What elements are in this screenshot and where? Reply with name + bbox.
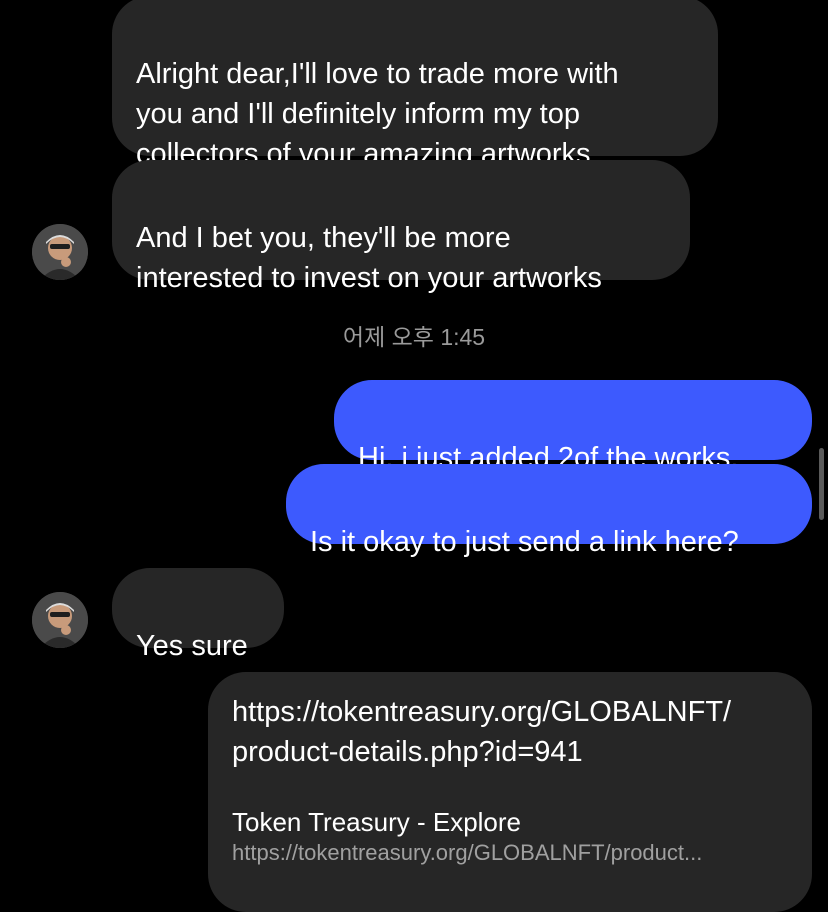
outgoing-message-bubble[interactable]: Is it okay to just send a link here?	[286, 464, 812, 558]
incoming-message-bubble[interactable]: And I bet you, they'll be more intereste…	[112, 160, 690, 294]
link-preview-message[interactable]: https://tokentreasury.org/GLOBALNFT/ pro…	[208, 672, 812, 912]
link-url[interactable]: https://tokentreasury.org/GLOBALNFT/ pro…	[232, 692, 788, 772]
message-text: Is it okay to just send a link here?	[310, 526, 739, 558]
message-timestamp: 어제 오후 1:45	[342, 324, 486, 350]
message-text: And I bet you, they'll be more intereste…	[136, 222, 602, 294]
link-preview-domain: https://tokentreasury.org/GLOBALNFT/prod…	[232, 840, 703, 865]
message-text: Yes sure	[136, 630, 248, 662]
incoming-message-bubble[interactable]: Yes sure	[112, 568, 284, 662]
scroll-indicator[interactable]	[819, 448, 824, 520]
outgoing-message-bubble[interactable]: Hi, i just added 2of the works.	[334, 380, 812, 474]
link-preview-title: Token Treasury - Explore	[232, 807, 522, 837]
message-text: Alright dear,I'll love to trade more wit…	[136, 58, 619, 170]
contact-avatar-icon[interactable]	[32, 592, 88, 648]
contact-avatar-icon[interactable]	[32, 224, 88, 280]
incoming-message-bubble[interactable]: Alright dear,I'll love to trade more wit…	[112, 0, 718, 170]
